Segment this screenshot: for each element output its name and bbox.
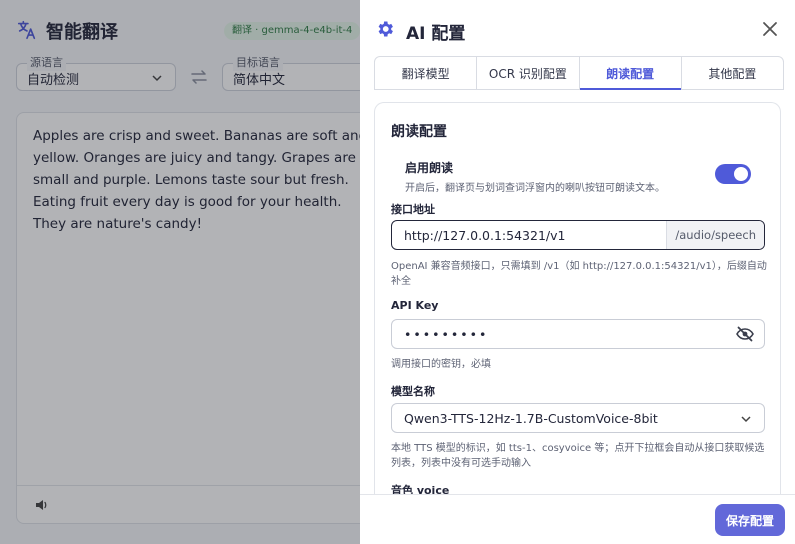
drawer-footer: 保存配置 [360, 494, 795, 544]
endpoint-input[interactable]: http://127.0.0.1:54321/v1 /audio/speech [391, 220, 765, 250]
chevron-down-icon [741, 416, 751, 423]
api-key-input[interactable]: ••••••••• [391, 319, 765, 349]
model-value[interactable]: Qwen3-TTS-12Hz-1.7B-CustomVoice-8bit [404, 411, 658, 426]
voice-label: 音色 voice [391, 484, 450, 494]
tab-tts-config[interactable]: 朗读配置 [579, 57, 682, 90]
tab-translation-model[interactable]: 翻译模型 [375, 57, 478, 89]
model-label: 模型名称 [391, 385, 435, 398]
save-config-button[interactable]: 保存配置 [715, 504, 785, 536]
endpoint-hint: OpenAI 兼容音频接口，只需填到 /v1（如 http://127.0.0.… [391, 261, 767, 287]
enable-tts-toggle[interactable] [715, 164, 751, 184]
model-select[interactable]: Qwen3-TTS-12Hz-1.7B-CustomVoice-8bit [391, 403, 765, 433]
enable-tts-label: 启用朗读 [405, 161, 454, 175]
close-icon[interactable] [761, 20, 779, 38]
tts-config-card: 朗读配置 启用朗读 开启后，翻译页与划词查词浮窗内的喇叭按钮可朗读文本。 接口地… [374, 102, 781, 494]
api-key-hint: 调用接口的密钥，必填 [391, 359, 491, 370]
tab-ocr-config[interactable]: OCR 识别配置 [477, 57, 580, 89]
config-tabs: 翻译模型 OCR 识别配置 朗读配置 其他配置 [374, 56, 784, 90]
tab-other-config[interactable]: 其他配置 [682, 57, 783, 89]
drawer-header: AI 配置 [360, 0, 795, 56]
endpoint-suffix: /audio/speech [666, 221, 764, 249]
api-key-value[interactable]: ••••••••• [404, 327, 488, 342]
ai-config-drawer: AI 配置 翻译模型 OCR 识别配置 朗读配置 其他配置 朗读配置 启用朗读 … [360, 0, 795, 544]
enable-tts-hint: 开启后，翻译页与划词查词浮窗内的喇叭按钮可朗读文本。 [405, 183, 665, 194]
drawer-title: AI 配置 [406, 24, 466, 44]
toggle-knob [734, 167, 748, 181]
eye-off-icon[interactable] [736, 326, 754, 342]
api-key-label: API Key [391, 299, 439, 312]
endpoint-label: 接口地址 [391, 203, 435, 216]
endpoint-value[interactable]: http://127.0.0.1:54321/v1 [404, 228, 565, 243]
model-hint: 本地 TTS 模型的标识，如 tts-1、cosyvoice 等；点开下拉框会自… [391, 443, 765, 469]
section-title: 朗读配置 [391, 124, 447, 140]
gear-icon [378, 21, 393, 37]
